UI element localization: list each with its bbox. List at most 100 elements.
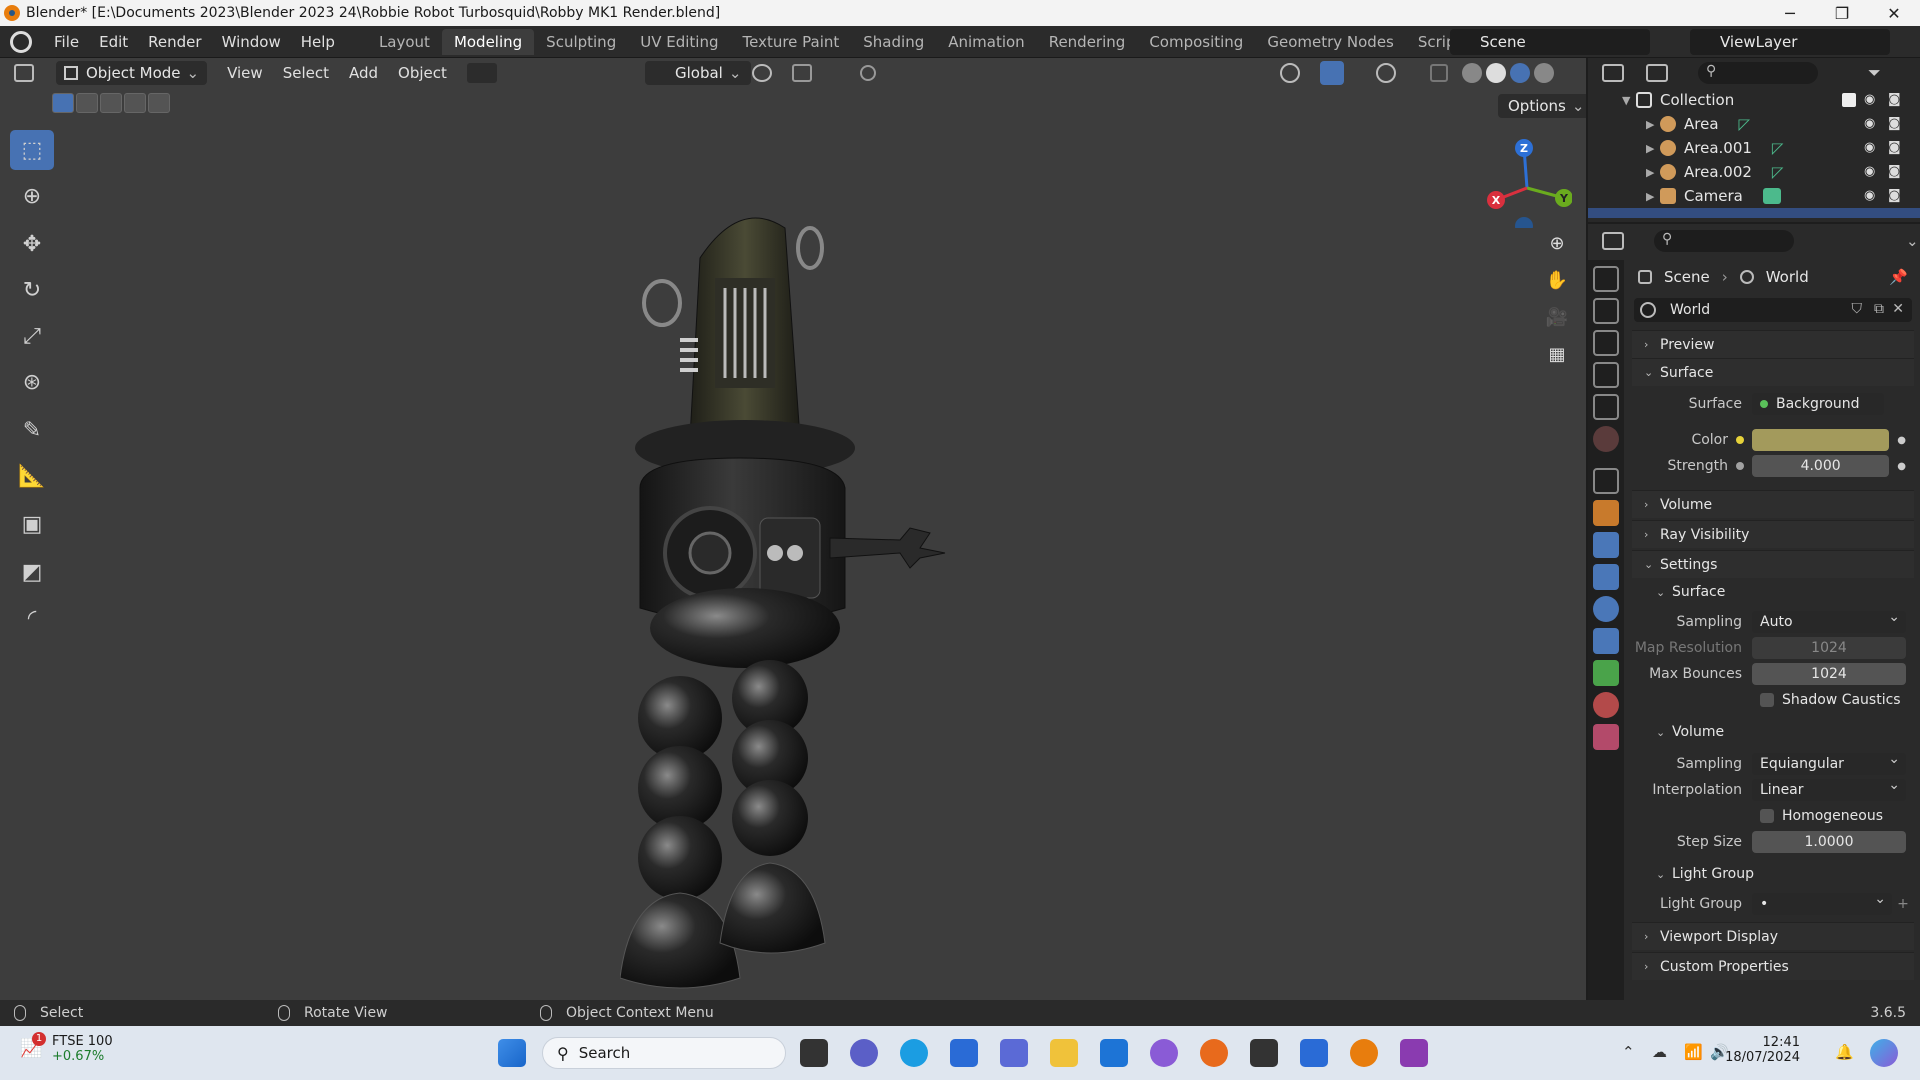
breadcrumb-world[interactable]: World [1766,268,1809,286]
viewlayer-selector[interactable]: ViewLayer [1690,29,1890,55]
options-dropdown[interactable]: Options ⌄ [1498,94,1586,118]
light-group-field[interactable]: • [1752,891,1892,915]
add-cube-tool[interactable]: ▣ [10,504,54,544]
menu-help[interactable]: Help [291,28,345,56]
perspective-grid-icon[interactable]: ▦ [1543,344,1571,374]
panel-settings-header[interactable]: ⌄ Settings [1632,550,1914,578]
viewport-menu-select[interactable]: Select [273,64,339,82]
store-app-icon[interactable] [950,1039,978,1067]
fake-user-icon[interactable]: ⛉ [1852,301,1863,317]
object-tab-icon[interactable] [1593,500,1619,526]
panel-preview-header[interactable]: › Preview [1632,330,1914,358]
3d-viewport[interactable]: Object Mode ⌄ View Select Add Object Glo… [0,58,1586,1000]
copilot-tray-icon[interactable] [1870,1039,1898,1067]
snap-icon[interactable] [792,64,812,82]
unity-app-icon[interactable] [1250,1039,1278,1067]
annotate-tool[interactable]: ✎ [10,410,54,450]
expand-arrow-icon[interactable]: ▶ [1646,118,1660,131]
strength-socket-icon[interactable] [1736,462,1744,470]
menu-file[interactable]: File [44,28,89,56]
zoom-icon[interactable]: ⊕ [1543,233,1571,263]
eye-icon[interactable]: ◉ [1864,188,1880,204]
max-bounces-field[interactable]: 1024 [1752,663,1906,685]
expand-arrow-icon[interactable]: ▼ [1622,94,1636,107]
material-tab-icon[interactable] [1593,692,1619,718]
taskbar-search-input[interactable]: ⚲ Search [542,1037,786,1069]
tree-row-partial[interactable] [1588,208,1920,218]
proportional-edit-icon[interactable] [860,65,876,81]
windows-start-icon[interactable] [498,1039,526,1067]
mesh-type-icon[interactable] [466,63,497,83]
pivot-icon[interactable] [752,64,772,82]
tab-rendering[interactable]: Rendering [1037,29,1138,55]
pin-icon[interactable]: 📌 [1889,268,1908,286]
taskbar-clock[interactable]: 12:41 18/07/2024 [1720,1035,1800,1065]
strength-field[interactable]: 4.000 [1752,455,1890,477]
camera-render-icon[interactable]: ◙ [1888,164,1904,180]
gizmo-neg-z-axis[interactable] [1515,217,1533,228]
cursor-tool[interactable]: ⊕ [10,176,54,216]
tab-geometry-nodes[interactable]: Geometry Nodes [1255,29,1406,55]
notification-bell-icon[interactable]: 🔔 [1835,1043,1854,1061]
homogeneous-row[interactable]: Homogeneous [1632,804,1914,828]
color-socket-icon[interactable] [1736,436,1744,444]
maximize-button[interactable]: ❐ [1816,4,1868,23]
output-tab-icon[interactable] [1593,330,1619,356]
mcafee-app-icon[interactable] [1000,1039,1028,1067]
scale-cage-tool[interactable]: ◩ [10,552,54,592]
edge-browser-icon[interactable] [900,1039,928,1067]
keyframe-dot-icon[interactable]: ● [1897,435,1906,446]
texture-tab-icon[interactable] [1593,724,1619,750]
chat-app-icon[interactable] [850,1039,878,1067]
modifier-tab-icon[interactable] [1593,532,1619,558]
menu-window[interactable]: Window [212,28,291,56]
copilot-app-icon[interactable] [1150,1039,1178,1067]
tab-sculpting[interactable]: Sculpting [534,29,628,55]
visibility-icon[interactable] [1280,63,1300,83]
move-tool[interactable]: ✥ [10,224,54,264]
select-invert-icon[interactable] [124,93,146,113]
world-tab-icon[interactable] [1593,426,1619,452]
camera-render-icon[interactable]: ◙ [1888,92,1904,108]
expand-arrow-icon[interactable]: ▶ [1646,166,1660,179]
data-tab-icon[interactable] [1593,660,1619,686]
affinity-app-icon[interactable] [1400,1039,1428,1067]
scene-tab-icon[interactable] [1593,394,1619,420]
curve-tool[interactable]: ◜ [10,598,54,638]
shadow-caustics-checkbox[interactable] [1760,693,1774,707]
measure-tool[interactable]: 📐 [10,456,54,496]
collection-tab-icon[interactable] [1593,468,1619,494]
panel-viewport-display-header[interactable]: › Viewport Display [1632,922,1914,950]
add-icon[interactable]: + [1892,896,1914,912]
tree-row-camera[interactable]: ▶ Camera ◉ ◙ [1588,184,1920,208]
scale-tool[interactable]: ⤢ [10,316,54,356]
tree-row-area-002[interactable]: ▶ Area.002 ◸ ◉ ◙ [1588,160,1920,184]
stocks-widget[interactable]: 📈 1 FTSE 100 +0.67% [20,1032,113,1064]
mail-app-icon[interactable] [1100,1039,1128,1067]
chevron-up-icon[interactable]: ⌃ [1622,1043,1635,1061]
file-explorer-icon[interactable] [1050,1039,1078,1067]
panel-surface-header[interactable]: ⌄ Surface [1632,358,1914,386]
viewport-menu-add[interactable]: Add [339,64,388,82]
light-group-header[interactable]: ⌄ Light Group [1632,860,1914,888]
interpolation-dropdown[interactable]: Linear [1752,777,1906,801]
firefox-browser-icon[interactable] [1200,1039,1228,1067]
minimize-button[interactable]: ─ [1764,4,1816,23]
pan-hand-icon[interactable]: ✋ [1543,270,1571,300]
select-new-icon[interactable] [52,93,74,113]
properties-editor-icon[interactable] [1602,232,1624,250]
volume-sampling-dropdown[interactable]: Equiangular [1752,751,1906,775]
xray-icon[interactable] [1430,64,1448,82]
select-intersect-icon[interactable] [148,93,170,113]
step-size-field[interactable]: 1.0000 [1752,831,1906,853]
tab-texture-paint[interactable]: Texture Paint [730,29,851,55]
task-view-icon[interactable] [800,1039,828,1067]
display-mode-icon[interactable] [1646,64,1668,82]
rotate-tool[interactable]: ↻ [10,270,54,310]
world-datablock-field[interactable]: World ⛉ ⧉ ✕ [1634,298,1912,322]
properties-search-input[interactable]: ⚲ [1654,230,1794,252]
settings-surface-header[interactable]: ⌄ Surface [1632,578,1914,606]
tab-modeling[interactable]: Modeling [441,28,535,55]
eye-icon[interactable]: ◉ [1864,140,1880,156]
breadcrumb-scene[interactable]: Scene [1664,268,1710,286]
